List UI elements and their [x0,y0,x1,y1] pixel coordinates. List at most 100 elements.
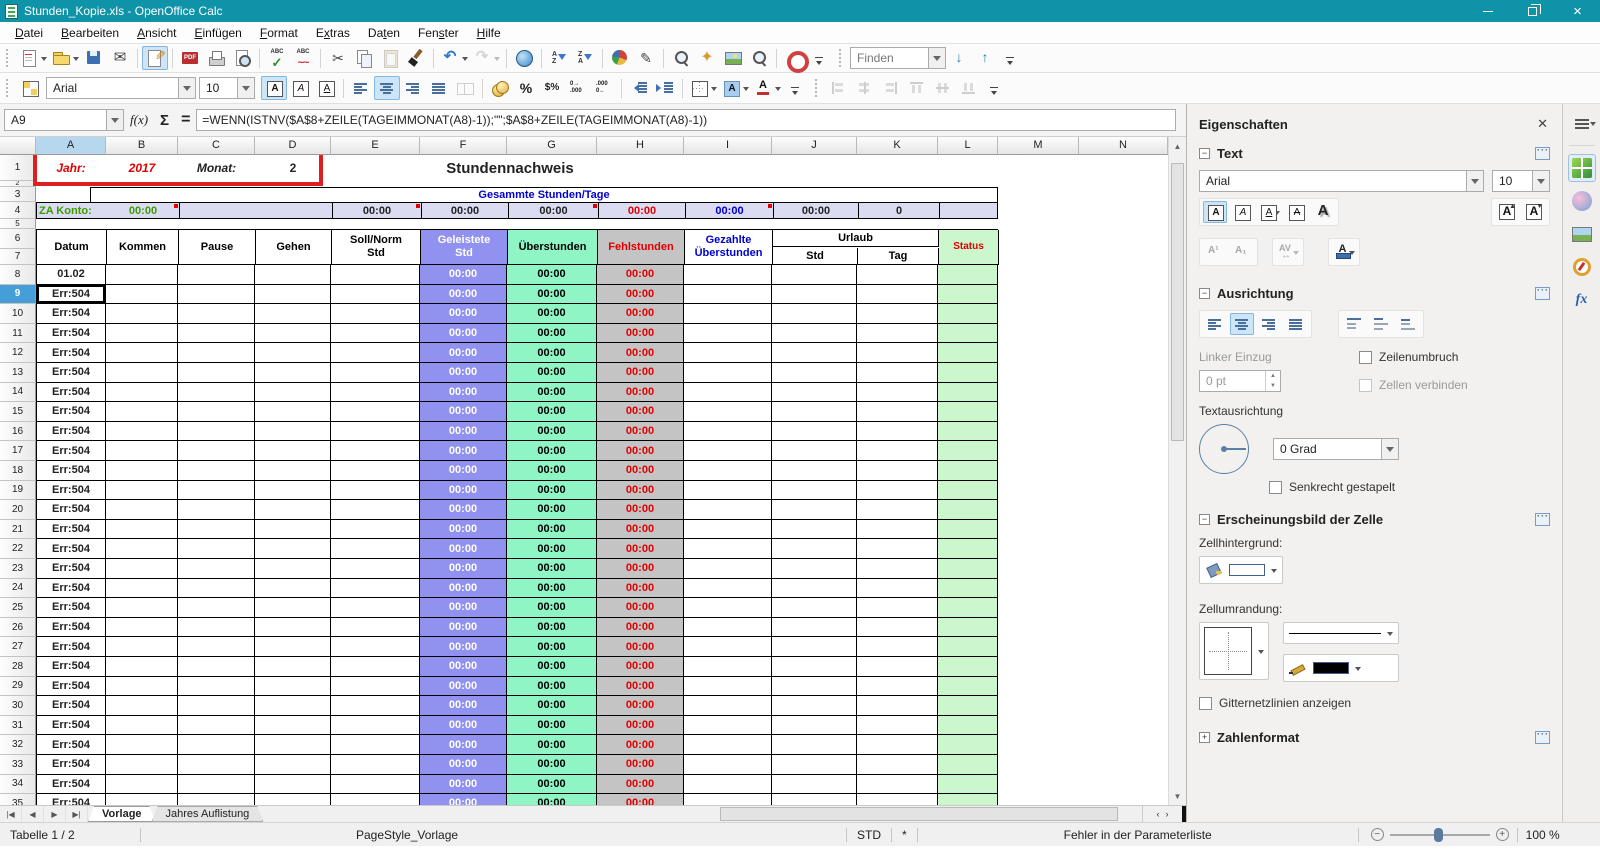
cell-L31[interactable] [938,715,998,736]
cell-E8[interactable] [331,265,420,285]
cell-C26[interactable] [178,617,255,638]
cell-L15[interactable] [938,402,998,422]
cell-K4[interactable]: 0 [858,203,939,218]
standard-format-button[interactable] [539,76,565,100]
horizontal-scroll-thumb[interactable] [720,807,1118,821]
cell-F17[interactable]: 00:00 [420,441,507,461]
row3-total-header[interactable]: Gesammte Stunden/Tage [90,187,998,202]
align-left-button[interactable] [348,76,374,100]
cell-F35[interactable]: 00:00 [420,794,507,805]
background-color-button[interactable] [719,76,751,100]
cell-L26[interactable] [938,617,998,638]
cell-F22[interactable]: 00:00 [420,539,507,559]
row-header-15[interactable]: 15 [0,402,36,422]
cell-J18[interactable] [772,461,857,481]
scroll-down-icon[interactable]: ▼ [1169,787,1186,805]
cell-G25[interactable]: 00:00 [507,598,597,618]
cell-J24[interactable] [772,578,857,599]
cell-G22[interactable]: 00:00 [507,539,597,559]
dropdown-icon[interactable] [1532,171,1549,191]
cell-F14[interactable]: 00:00 [420,382,507,403]
cell-G32[interactable]: 00:00 [507,735,597,755]
find-input[interactable]: Finden [850,47,946,69]
section-text[interactable]: − Text [1199,142,1550,164]
italic-button[interactable] [287,76,313,100]
first-sheet-button[interactable]: |◀ [0,806,22,822]
cell-A31[interactable]: Err:504 [36,715,106,736]
senkrecht-checkbox[interactable]: Senkrecht gestapelt [1269,480,1395,494]
cell-G8[interactable]: 00:00 [507,265,597,285]
cell-J13[interactable] [772,363,857,383]
cell-E34[interactable] [331,774,420,795]
cell-G15[interactable]: 00:00 [507,402,597,422]
cell-G12[interactable]: 00:00 [507,343,597,363]
cell-C14[interactable] [178,382,255,403]
cell-F19[interactable]: 00:00 [420,480,507,501]
print-button[interactable] [203,46,229,70]
cell-I9[interactable] [684,284,772,305]
cell-H26[interactable]: 00:00 [597,617,684,638]
cell-L9[interactable] [938,284,998,305]
column-header-B[interactable]: B [106,137,178,155]
sidebar-font-size-combo[interactable]: 10 [1492,170,1550,192]
cell-A20[interactable]: Err:504 [36,500,106,520]
cell-L29[interactable] [938,676,998,697]
cell-K15[interactable] [857,402,938,422]
cell-K29[interactable] [857,676,938,697]
cell-A30[interactable]: Err:504 [36,696,106,716]
cell-K18[interactable] [857,461,938,481]
cell-A19[interactable]: Err:504 [36,480,106,501]
cell-C10[interactable] [178,304,255,324]
header-ueberstunden[interactable]: Überstunden [508,230,598,265]
sidebar-close-icon[interactable]: ✕ [1535,116,1550,132]
cell-I28[interactable] [684,657,772,677]
restore-button[interactable] [1510,0,1555,22]
font-size-combo[interactable]: 10 [199,77,255,99]
cell-A29[interactable]: Err:504 [36,676,106,697]
cell-A24[interactable]: Err:504 [36,578,106,599]
cell-K20[interactable] [857,500,938,520]
cell-J23[interactable] [772,559,857,579]
cell-C24[interactable] [178,578,255,599]
cell-C33[interactable] [178,755,255,775]
cell-D17[interactable] [255,441,331,461]
cell-E28[interactable] [331,657,420,677]
new-document-button[interactable] [17,46,49,70]
sidebar-font-name-combo[interactable]: Arial [1199,170,1484,192]
rotation-combo[interactable]: 0 Grad [1273,438,1399,460]
edit-mode-button[interactable] [142,46,168,70]
border-style-button[interactable] [1199,622,1269,680]
close-button[interactable]: × [1555,0,1600,22]
cell-D21[interactable] [255,519,331,540]
cell-C17[interactable] [178,441,255,461]
cell-J30[interactable] [772,696,857,716]
menu-hilfe[interactable]: Hilfe [468,24,510,42]
toolbar-overflow-button[interactable] [807,46,833,70]
cell-K16[interactable] [857,421,938,442]
row-header-1[interactable]: 1 [0,155,36,181]
cell-B23[interactable] [106,559,178,579]
cell-C4[interactable] [179,203,332,218]
row-header-6[interactable]: 6 [0,229,36,249]
cell-C25[interactable] [178,598,255,618]
cell-H35[interactable]: 00:00 [597,794,684,805]
cell-D25[interactable] [255,598,331,618]
cell-F13[interactable]: 00:00 [420,363,507,383]
cell-F4[interactable]: 00:00 [421,203,508,218]
cell-G4[interactable]: 00:00 [508,203,598,218]
text-more-options-icon[interactable] [1535,145,1550,160]
cell-A21[interactable]: Err:504 [36,519,106,540]
cell-A35[interactable]: Err:504 [36,794,106,805]
cell-F33[interactable]: 00:00 [420,755,507,775]
cell-G30[interactable]: 00:00 [507,696,597,716]
cell-C13[interactable] [178,363,255,383]
decrease-font-button[interactable] [1522,201,1546,223]
cell-J17[interactable] [772,441,857,461]
cell-B17[interactable] [106,441,178,461]
cell-H9[interactable]: 00:00 [597,284,684,305]
cell-A22[interactable]: Err:504 [36,539,106,559]
cell-E12[interactable] [331,343,420,363]
cell-C16[interactable] [178,421,255,442]
column-header-H[interactable]: H [597,137,684,155]
zoom-slider-thumb[interactable] [1433,827,1443,842]
